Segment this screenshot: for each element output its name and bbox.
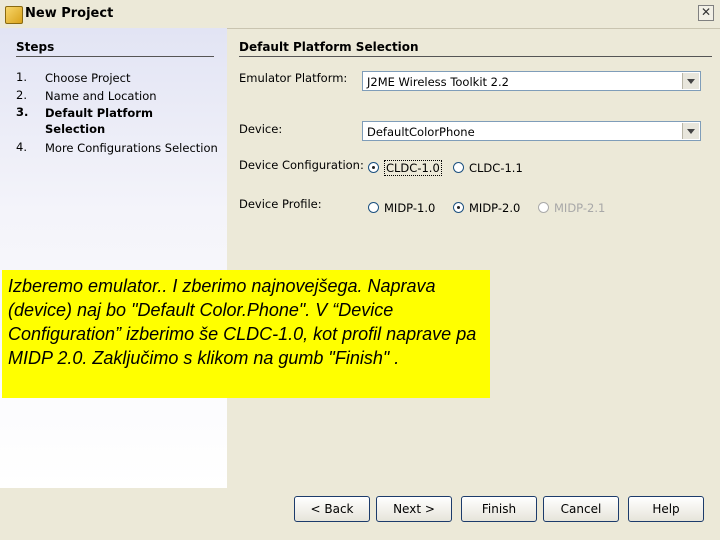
step-label: Default Platform Selection	[45, 106, 153, 136]
new-project-dialog: New Project ✕ Steps 1. Choose Project 2.…	[0, 0, 720, 540]
app-icon	[5, 6, 23, 24]
finish-button[interactable]: Finish	[461, 496, 537, 522]
device-select[interactable]: DefaultColorPhone	[362, 121, 701, 141]
device-profile-label: Device Profile:	[239, 197, 322, 211]
main-pane: Default Platform Selection Emulator Plat…	[227, 28, 720, 488]
step-number: 1.	[16, 70, 27, 84]
radio-label: MIDP-2.0	[469, 201, 521, 215]
radio-button	[538, 202, 549, 213]
radio-label: CLDC-1.0	[384, 160, 442, 176]
step-label: More Configurations Selection	[45, 141, 218, 155]
step-number: 4.	[16, 140, 27, 154]
device-label: Device:	[239, 122, 283, 136]
step-number: 2.	[16, 88, 27, 102]
radio-button[interactable]	[453, 162, 464, 173]
radio-label: CLDC-1.1	[469, 161, 523, 175]
step-number: 3.	[16, 105, 29, 119]
step-label: Choose Project	[45, 71, 131, 85]
panel-title: Default Platform Selection	[239, 40, 419, 54]
step-label: Name and Location	[45, 89, 157, 103]
window-title: New Project	[25, 6, 114, 21]
steps-divider	[16, 56, 214, 57]
emulator-platform-value: J2ME Wireless Toolkit 2.2	[367, 75, 509, 89]
radio-label: MIDP-2.1	[554, 201, 606, 215]
panel-divider	[239, 56, 712, 57]
chevron-down-icon[interactable]	[682, 73, 699, 89]
radio-button[interactable]	[453, 202, 464, 213]
close-button[interactable]: ✕	[698, 5, 714, 21]
title-bar[interactable]: New Project ✕	[0, 0, 720, 29]
steps-pane: Steps 1. Choose Project 2. Name and Loca…	[0, 28, 227, 488]
annotation-callout: Izberemo emulator.. I zberimo najnovejše…	[2, 270, 490, 398]
device-value: DefaultColorPhone	[367, 125, 475, 139]
help-button[interactable]: Help	[628, 496, 704, 522]
device-configuration-label: Device Configuration:	[239, 158, 364, 172]
emulator-platform-select[interactable]: J2ME Wireless Toolkit 2.2	[362, 71, 701, 91]
back-button[interactable]: < Back	[294, 496, 370, 522]
chevron-down-icon[interactable]	[682, 123, 699, 139]
next-button[interactable]: Next >	[376, 496, 452, 522]
radio-label: MIDP-1.0	[384, 201, 436, 215]
cancel-button[interactable]: Cancel	[543, 496, 619, 522]
radio-button[interactable]	[368, 162, 379, 173]
steps-title: Steps	[16, 40, 55, 54]
emulator-platform-label: Emulator Platform:	[239, 71, 348, 85]
radio-button[interactable]	[368, 202, 379, 213]
